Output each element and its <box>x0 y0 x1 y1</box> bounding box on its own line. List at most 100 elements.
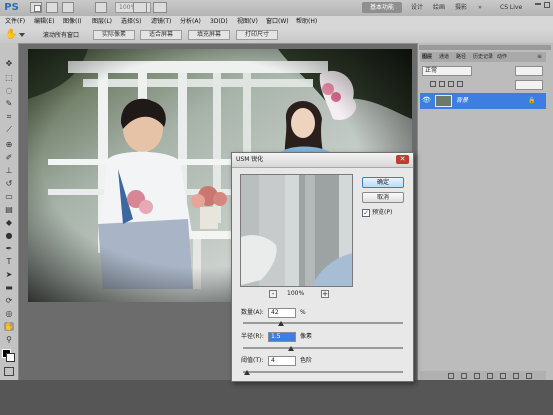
menu-layer[interactable]: 图层(L) <box>92 16 112 27</box>
hand-tool-selected-icon[interactable]: ✋ <box>4 322 14 331</box>
zoom-tool-icon[interactable]: ⚲ <box>4 335 14 344</box>
amount-slider-thumb[interactable] <box>278 321 284 326</box>
menu-edit[interactable]: 编辑(E) <box>34 16 54 27</box>
hand-tool-icon[interactable]: ✋ <box>5 29 17 41</box>
preview-zoom-level: 100% <box>287 290 305 297</box>
menu-file[interactable]: 文件(F) <box>5 16 25 27</box>
menu-analysis[interactable]: 分析(A) <box>180 16 201 27</box>
radius-slider-thumb[interactable] <box>288 346 294 351</box>
tab-actions[interactable]: 动作 <box>497 52 507 62</box>
fill-field[interactable] <box>515 80 543 90</box>
quick-select-tool-icon[interactable]: ✎ <box>4 99 14 108</box>
screen-mode-icon[interactable] <box>153 2 167 13</box>
workspace-design[interactable]: 设计 <box>408 2 426 13</box>
cs-live-button[interactable]: CS Live <box>500 2 522 13</box>
blur-tool-icon[interactable]: ◆ <box>4 218 14 227</box>
lock-transparent-icon[interactable] <box>430 81 436 87</box>
tab-layers[interactable]: 图层 <box>422 52 432 62</box>
new-layer-icon[interactable] <box>513 373 519 379</box>
fill-screen-button[interactable]: 填充屏幕 <box>188 30 230 40</box>
workspace-more-icon[interactable]: » <box>474 2 486 13</box>
preview-image <box>241 175 352 286</box>
link-layers-icon[interactable] <box>448 373 454 379</box>
menu-image[interactable]: 图像(I) <box>63 16 81 27</box>
clone-stamp-tool-icon[interactable]: ⊥ <box>4 166 14 175</box>
opacity-field[interactable] <box>515 66 543 76</box>
view-extras-icon[interactable] <box>62 2 74 13</box>
radius-slider-track[interactable] <box>243 347 403 349</box>
threshold-slider-track[interactable] <box>243 371 403 373</box>
layer-lock-icon: 🔒 <box>528 97 536 104</box>
shape-tool-icon[interactable]: ▬ <box>4 283 14 292</box>
layer-style-icon[interactable] <box>461 373 467 379</box>
menu-window[interactable]: 窗口(W) <box>266 16 289 27</box>
fit-screen-button[interactable]: 适合屏幕 <box>140 30 182 40</box>
ok-button[interactable]: 确定 <box>362 177 404 188</box>
panel-collapse-bar[interactable] <box>419 45 551 50</box>
threshold-input[interactable]: 4 <box>268 356 296 366</box>
move-tool-icon[interactable]: ✥ <box>4 59 14 68</box>
eraser-tool-icon[interactable]: ▭ <box>4 192 14 201</box>
delete-layer-icon[interactable] <box>526 373 532 379</box>
amount-slider-track[interactable] <box>243 322 403 324</box>
tab-channels[interactable]: 通道 <box>439 52 449 62</box>
brush-tool-icon[interactable]: ✐ <box>4 153 14 162</box>
lasso-tool-icon[interactable]: ◌ <box>4 86 14 95</box>
scroll-all-windows-checkbox[interactable] <box>34 5 41 12</box>
type-tool-icon[interactable]: T <box>4 257 14 266</box>
workspace-painting[interactable]: 绘画 <box>430 2 448 13</box>
amount-input[interactable]: 42 <box>268 308 296 318</box>
dodge-tool-icon[interactable]: ● <box>4 231 14 240</box>
preview-label: 预览(P) <box>372 209 393 216</box>
amount-unit: % <box>300 309 306 316</box>
background-color-swatch[interactable] <box>6 353 15 362</box>
crop-tool-icon[interactable]: ⌗ <box>4 112 14 121</box>
minimize-icon[interactable] <box>535 3 541 5</box>
blend-mode-select[interactable]: 正常 <box>422 66 472 76</box>
print-size-button[interactable]: 打印尺寸 <box>236 30 278 40</box>
close-icon[interactable]: ✕ <box>396 155 409 164</box>
threshold-slider-thumb[interactable] <box>244 370 250 375</box>
menu-filter[interactable]: 滤镜(T) <box>151 16 171 27</box>
tab-history[interactable]: 历史记录 <box>473 52 493 62</box>
cancel-button[interactable]: 取消 <box>362 192 404 203</box>
menu-help[interactable]: 帮助(H) <box>296 16 317 27</box>
3d-orbit-tool-icon[interactable]: ◎ <box>4 309 14 318</box>
maximize-icon[interactable] <box>544 2 550 8</box>
actual-pixels-button[interactable]: 实际像素 <box>93 30 135 40</box>
lock-all-icon[interactable] <box>457 81 463 87</box>
hand-view-icon[interactable] <box>95 2 107 13</box>
pen-tool-icon[interactable]: ✒ <box>4 244 14 253</box>
healing-brush-tool-icon[interactable]: ⊕ <box>4 140 14 149</box>
zoom-in-button[interactable]: + <box>321 290 329 298</box>
radius-input[interactable]: 1.5 <box>268 332 296 342</box>
panel-menu-icon[interactable]: ≡ <box>537 53 544 60</box>
marquee-tool-icon[interactable]: ⬚ <box>4 73 14 82</box>
lock-icons[interactable] <box>430 80 470 89</box>
history-brush-tool-icon[interactable]: ↺ <box>4 179 14 188</box>
layer-mask-icon[interactable] <box>474 373 480 379</box>
new-group-icon[interactable] <box>500 373 506 379</box>
mini-bridge-icon[interactable] <box>46 2 58 13</box>
arrange-documents-icon[interactable] <box>133 2 147 13</box>
workspace-photography[interactable]: 摄影 <box>452 2 470 13</box>
quick-mask-icon[interactable] <box>4 367 14 376</box>
gradient-tool-icon[interactable]: ▤ <box>4 205 14 214</box>
preview-checkbox[interactable]: ✓ <box>362 209 370 217</box>
tool-preset-dropdown-icon[interactable] <box>19 33 25 37</box>
workspace-essentials[interactable]: 基本功能 <box>362 2 402 13</box>
zoom-out-button[interactable]: - <box>269 290 277 298</box>
filter-preview[interactable] <box>240 174 353 287</box>
3d-rotate-tool-icon[interactable]: ⟳ <box>4 296 14 305</box>
path-select-tool-icon[interactable]: ➤ <box>4 270 14 279</box>
menu-select[interactable]: 选择(S) <box>121 16 142 27</box>
menu-view[interactable]: 视图(V) <box>237 16 258 27</box>
menu-3d[interactable]: 3D(D) <box>210 16 228 27</box>
adjustment-layer-icon[interactable] <box>487 373 493 379</box>
tab-paths[interactable]: 路径 <box>456 52 466 62</box>
visibility-eye-icon[interactable]: 👁 <box>422 96 431 105</box>
dialog-title: USM 锐化 <box>236 156 264 163</box>
lock-pixels-icon[interactable] <box>439 81 445 87</box>
eyedropper-tool-icon[interactable]: ⟋ <box>4 125 14 134</box>
lock-position-icon[interactable] <box>448 81 454 87</box>
